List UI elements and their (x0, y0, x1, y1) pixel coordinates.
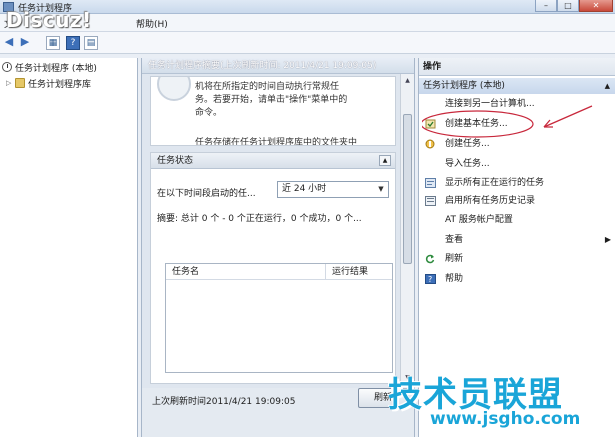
action-view[interactable]: 查看 ▶ (425, 232, 613, 248)
close-button[interactable]: ✕ (579, 0, 613, 12)
status-summary: 摘要: 总计 0 个 - 0 个正在运行，0 个成功，0 个... (157, 214, 362, 224)
summary-pane: 任务计划程序摘要(上次刷新时间: 2011/4/21 19:09:05) 机将在… (141, 58, 415, 437)
scroll-up-icon[interactable]: ▲ (402, 75, 413, 86)
refresh-icon (425, 254, 436, 264)
action-enable-history[interactable]: 启用所有任务历史记录 (425, 193, 613, 209)
time-range-value: 近 24 小时 (282, 184, 327, 194)
actions-title: 操作 (419, 58, 615, 76)
console-tree-icon[interactable]: ▦ (46, 36, 60, 50)
summary-scrollbar[interactable]: ▲ ▼ (400, 74, 414, 384)
console-tree: 任务计划程序 (本地) ▷ 任务计划程序库 (0, 58, 138, 437)
actions-group-header[interactable]: 任务计划程序 (本地) ▲ (419, 78, 615, 94)
forward-arrow-icon[interactable]: ▶ (18, 36, 32, 50)
column-header-run-result[interactable]: 运行结果 (326, 264, 392, 280)
window-controls: – □ ✕ (535, 0, 613, 12)
task-table[interactable]: 任务名 运行结果 (165, 263, 393, 373)
back-arrow-icon[interactable]: ◀ (2, 36, 16, 50)
chevron-down-icon[interactable]: ▼ (375, 183, 387, 196)
action-create-basic-task[interactable]: 创建基本任务... (425, 116, 613, 132)
tree-item-scheduler-local[interactable]: 任务计划程序 (本地) (2, 60, 97, 74)
action-import-task[interactable]: 导入任务... (425, 156, 613, 172)
watermark-url: www.jsgho.com (430, 409, 581, 429)
submenu-arrow-icon: ▶ (604, 235, 611, 244)
summary-footer: 上次刷新时间2011/4/21 19:09:05 刷新 (142, 388, 414, 437)
task-status-header[interactable]: 任务状态 ▲ (151, 153, 395, 169)
site-watermark: 技术员联盟 www.jsgho.com (388, 367, 613, 435)
clock-icon (2, 62, 12, 72)
expand-arrow-icon[interactable]: ▷ (6, 79, 15, 87)
actions-group-label: 任务计划程序 (本地) (423, 81, 505, 91)
summary-header-text: 任务计划程序摘要(上次刷新时间: 2011/4/21 19:09:05) (148, 61, 377, 71)
action-refresh[interactable]: 刷新 (425, 251, 613, 267)
tree-item-library[interactable]: ▷ 任务计划程序库 (6, 76, 91, 90)
description-box: 机将在所指定的时间自动执行常规任 务。若要开始，请单击"操作"菜单中的 命令。 … (150, 76, 396, 146)
description-text: 机将在所指定的时间自动执行常规任 务。若要开始，请单击"操作"菜单中的 命令。 (195, 82, 348, 118)
task-status-title: 任务状态 (157, 156, 194, 166)
action-connect-computer[interactable]: 连接到另一台计算机... (425, 96, 613, 112)
description-text-cut: 任务存储在任务计划程序库中的文件夹中 (195, 138, 358, 146)
tree-item-label: 任务计划程序库 (28, 79, 92, 90)
summary-header: 任务计划程序摘要(上次刷新时间: 2011/4/21 19:09:05) (142, 58, 414, 74)
history-icon (425, 196, 436, 206)
create-task-icon (425, 139, 436, 149)
discuz-watermark: Discuz! (6, 8, 92, 32)
time-range-select[interactable]: 近 24 小时 ▼ (277, 181, 389, 198)
toolbar: ◀ ▶ ▦ ? ▤ (0, 32, 615, 54)
help-toolbar-icon[interactable]: ? (66, 36, 80, 50)
column-header-task-name[interactable]: 任务名 (166, 264, 326, 280)
task-status-section: 任务状态 ▲ 在以下时间段启动的任... 近 24 小时 ▼ 摘要: 总计 0 … (150, 152, 396, 384)
folder-icon (15, 78, 25, 88)
running-tasks-icon (425, 178, 436, 188)
menu-help[interactable]: 帮助(H) (136, 17, 168, 30)
properties-icon[interactable]: ▤ (84, 36, 98, 50)
scheduler-clock-icon (157, 77, 191, 101)
menu-bar: 文 帮助(H) (0, 14, 615, 32)
svg-text:?: ? (428, 275, 432, 284)
maximize-button[interactable]: □ (557, 0, 579, 12)
basic-task-icon (425, 119, 436, 129)
collapse-up-icon[interactable]: ▲ (605, 78, 610, 94)
action-show-running-tasks[interactable]: 显示所有正在运行的任务 (425, 175, 613, 191)
scroll-thumb[interactable] (403, 114, 412, 264)
action-at-service-config[interactable]: AT 服务帐户配置 (425, 212, 613, 228)
last-refresh-time: 上次刷新时间2011/4/21 19:09:05 (152, 397, 296, 407)
title-bar: 任务计划程序 – □ ✕ (0, 0, 615, 14)
action-create-task[interactable]: 创建任务... (425, 136, 613, 152)
collapse-up-icon[interactable]: ▲ (379, 155, 391, 166)
action-help[interactable]: ? 帮助 (425, 271, 613, 287)
time-range-label: 在以下时间段启动的任... (157, 189, 256, 199)
minimize-button[interactable]: – (535, 0, 557, 12)
help-icon: ? (425, 274, 436, 284)
tree-item-label: 任务计划程序 (本地) (15, 63, 97, 74)
